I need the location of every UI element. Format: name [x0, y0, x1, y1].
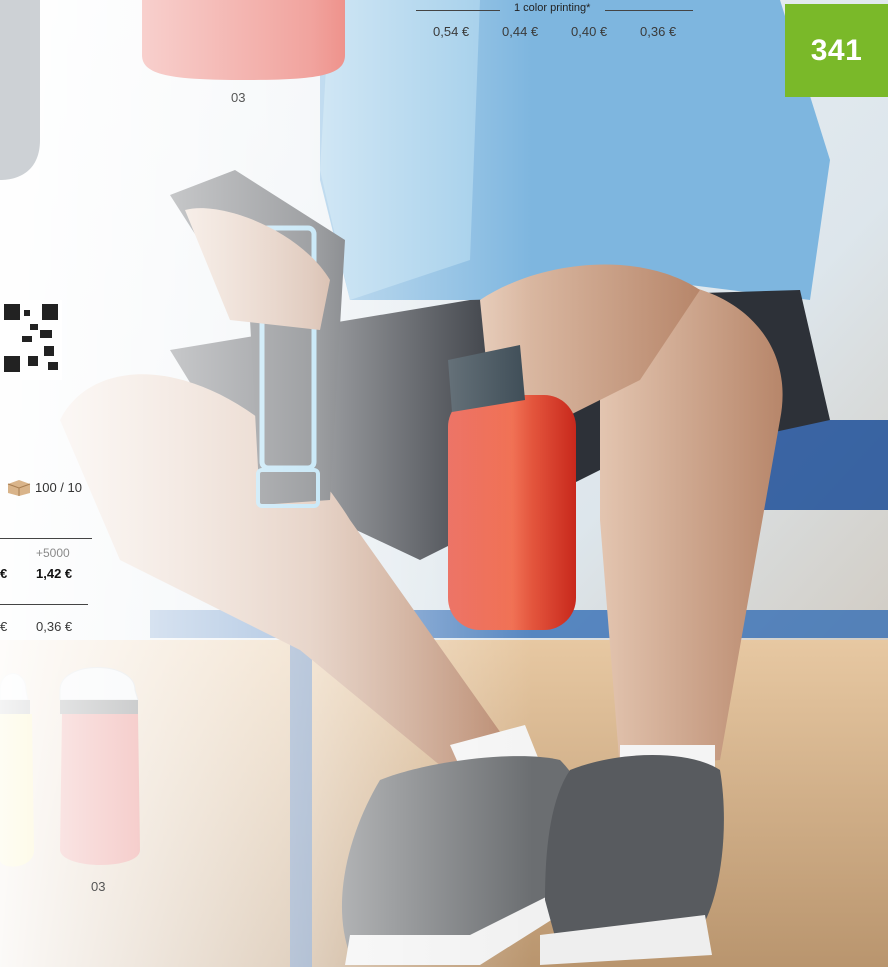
print-price-1: 0,54 € [433, 24, 470, 39]
table-divider-top [0, 538, 92, 539]
price-prefix: € [0, 566, 8, 581]
qty-header: +5000 [36, 546, 70, 560]
print-price-3: 0,40 € [571, 24, 608, 39]
variant-code-top: 03 [231, 90, 246, 105]
printing-label: 1 color printing* [514, 2, 591, 14]
print-price-4: 0,36 € [640, 24, 677, 39]
page-number-badge: 341 [785, 4, 888, 97]
print-prefix: € [0, 619, 8, 634]
print-price: 0,36 € [36, 619, 73, 634]
page-number: 341 [810, 33, 863, 67]
box-icon [6, 478, 32, 496]
divider-right [605, 10, 693, 11]
packaging-quantity: 100 / 10 [35, 480, 82, 495]
unit-price: 1,42 € [36, 566, 73, 581]
print-price-2: 0,44 € [502, 24, 539, 39]
variant-code-bottom: 03 [91, 879, 106, 894]
table-divider-bottom [0, 604, 88, 605]
qr-code [0, 300, 62, 380]
divider-left [416, 10, 500, 11]
product-lifestyle-photo [0, 0, 888, 967]
